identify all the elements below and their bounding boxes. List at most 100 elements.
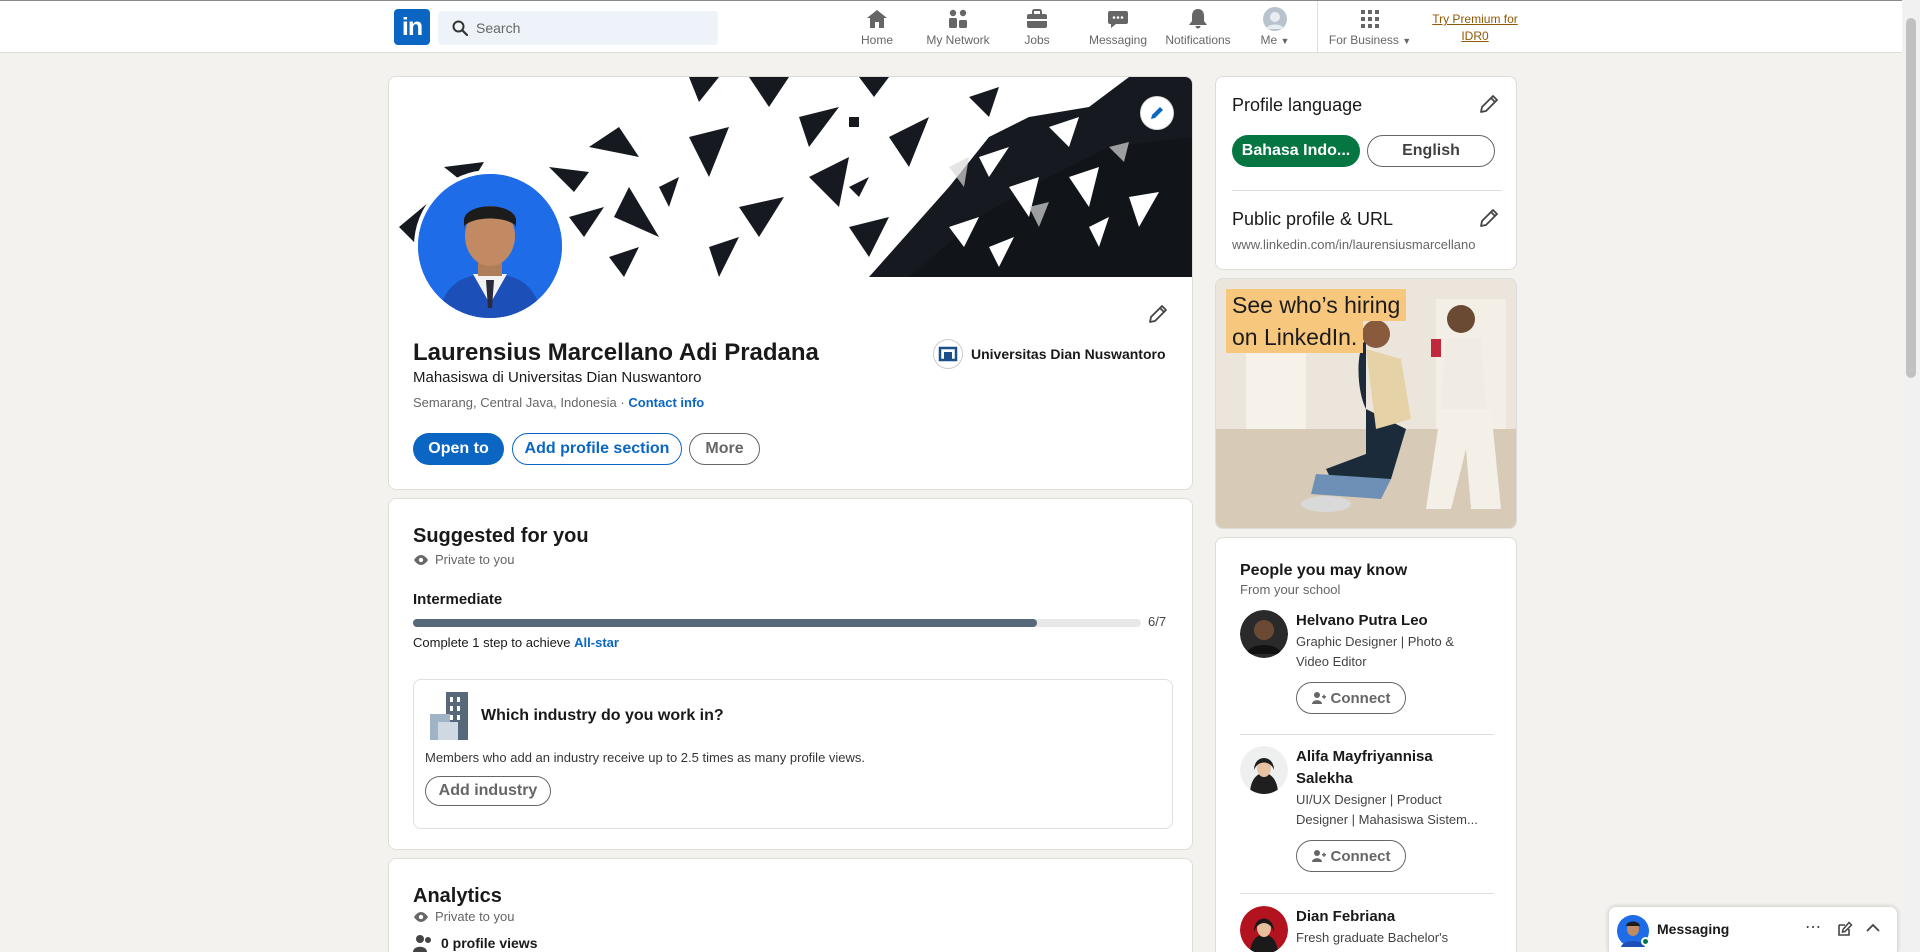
industry-illustration-icon	[430, 692, 468, 740]
try-premium-link[interactable]: Try Premium for IDR0	[1420, 11, 1530, 45]
chevron-up-icon[interactable]	[1865, 923, 1881, 933]
home-icon	[867, 10, 887, 28]
profile-photo[interactable]	[414, 170, 566, 322]
edit-banner-button[interactable]	[1141, 97, 1173, 129]
person-avatar[interactable]	[1240, 610, 1288, 658]
public-profile-title: Public profile & URL	[1232, 209, 1394, 229]
profile-strength-meter	[413, 619, 1141, 627]
pencil-icon	[1480, 209, 1498, 227]
person-headline: UI/UX Designer | Product Designer | Mahas…	[1296, 792, 1478, 827]
pymk-subtitle: From your school	[1240, 582, 1341, 597]
pencil-icon	[1149, 305, 1167, 323]
analytics-card: Analytics Private to you 0 profile views	[388, 858, 1193, 952]
bell-icon	[1189, 9, 1207, 29]
divider	[1240, 734, 1494, 735]
edit-url-button[interactable]	[1478, 207, 1500, 234]
school-name: Universitas Dian Nuswantoro	[971, 346, 1166, 362]
separator-dot: ·	[620, 395, 625, 410]
add-industry-button[interactable]: Add industry	[425, 776, 551, 806]
pymk-item: Helvano Putra Leo Graphic Designer | Pho…	[1240, 610, 1494, 730]
edit-language-button[interactable]	[1478, 93, 1500, 120]
divider	[1240, 893, 1494, 894]
public-profile-url[interactable]: www.linkedin.com/in/laurensiusmarcellano	[1232, 237, 1476, 252]
network-icon	[949, 9, 967, 28]
school-logo	[933, 339, 963, 369]
person-avatar[interactable]	[1240, 906, 1288, 952]
add-person-icon	[1311, 692, 1326, 704]
linkedin-logo[interactable]: in	[394, 9, 430, 45]
online-status-dot	[1641, 937, 1650, 946]
more-button[interactable]: More	[689, 433, 760, 465]
person-name[interactable]: Alifa Mayfriyannisa Salekha	[1296, 746, 1496, 790]
jobs-icon	[1027, 9, 1047, 28]
messaging-overlay[interactable]: Messaging ⋯	[1608, 906, 1898, 952]
person-name[interactable]: Helvano Putra Leo	[1296, 610, 1496, 632]
edit-intro-button[interactable]	[1143, 299, 1173, 329]
search-input[interactable]	[476, 11, 706, 45]
person-name[interactable]: Dian Febriana	[1296, 906, 1496, 928]
eye-icon	[414, 911, 428, 922]
connect-button[interactable]: Connect	[1296, 840, 1406, 872]
industry-description: Members who add an industry receive up t…	[425, 750, 866, 765]
progress-count: 6/7	[1148, 614, 1167, 629]
profile-name: Laurensius Marcellano Adi Pradana	[413, 339, 819, 366]
allstar-hint: Complete 1 step to achieve All-star	[413, 635, 619, 650]
search-icon	[452, 20, 468, 36]
chevron-down-icon: ▼	[1280, 36, 1290, 46]
private-indicator: Private to you	[413, 552, 515, 567]
nav-messaging[interactable]: Messaging	[1089, 7, 1147, 51]
analytics-private: Private to you	[413, 909, 515, 924]
search-bar[interactable]	[438, 11, 718, 45]
chevron-down-icon: ▼	[1402, 36, 1412, 46]
industry-suggestion: Which industry do you work in? Members w…	[413, 679, 1173, 829]
person-avatar[interactable]	[1240, 746, 1288, 794]
strength-level: Intermediate	[413, 591, 503, 608]
grid-icon	[1361, 10, 1379, 28]
compose-icon[interactable]	[1837, 921, 1853, 937]
profile-views-link[interactable]: 0 profile views	[413, 934, 537, 952]
nav-me[interactable]: Me ▼	[1260, 7, 1290, 51]
profile-location: Semarang, Central Java, Indonesia	[413, 395, 617, 410]
contact-info-link[interactable]: Contact info	[628, 395, 704, 410]
suggested-title: Suggested for you	[413, 525, 589, 547]
education-link[interactable]: Universitas Dian Nuswantoro	[933, 339, 1166, 369]
person-headline: Graphic Designer | Photo & Video Editor	[1296, 634, 1455, 669]
profile-headline: Mahasiswa di Universitas Dian Nuswantoro	[413, 369, 702, 386]
allstar-link[interactable]: All-star	[574, 635, 619, 650]
add-profile-section-button[interactable]: Add profile section	[512, 433, 682, 465]
people-icon	[413, 935, 431, 952]
ad-headline-line2: on LinkedIn.	[1226, 321, 1364, 353]
profile-location-row: Semarang, Central Java, Indonesia · Cont…	[413, 395, 704, 410]
hiring-ad[interactable]: See who’s hiring on LinkedIn.	[1215, 278, 1517, 529]
profile-card: Laurensius Marcellano Adi Pradana Mahasi…	[388, 76, 1193, 490]
pymk-title: People you may know	[1240, 562, 1408, 579]
profile-language-title: Profile language	[1232, 95, 1363, 115]
top-nav: in Home My Network Jobs Messaging Notifi…	[0, 0, 1902, 54]
connect-button[interactable]: Connect	[1296, 682, 1406, 714]
profile-photo-image	[418, 174, 562, 318]
nav-divider	[1317, 1, 1318, 54]
pencil-icon	[1151, 107, 1163, 119]
analytics-title: Analytics	[413, 885, 502, 907]
person-headline: Fresh graduate Bachelor's	[1296, 930, 1449, 945]
profile-language-card: Profile language Bahasa Indo... English …	[1215, 76, 1517, 270]
language-option-indonesian[interactable]: Bahasa Indo...	[1232, 135, 1360, 167]
progress-fill	[413, 619, 1037, 627]
pymk-item: Alifa Mayfriyannisa Salekha UI/UX Designe…	[1240, 746, 1494, 876]
add-person-icon	[1311, 850, 1326, 862]
more-options-icon[interactable]: ⋯	[1805, 917, 1821, 937]
suggested-card: Suggested for you Private to you Interme…	[388, 498, 1193, 850]
messaging-icon	[1108, 11, 1128, 28]
page-scrollbar[interactable]	[1902, 0, 1920, 952]
open-to-button[interactable]: Open to	[413, 433, 504, 465]
language-option-english[interactable]: English	[1367, 135, 1495, 167]
nav-home[interactable]: Home	[861, 7, 893, 51]
eye-icon	[414, 554, 428, 565]
nav-my-network[interactable]: My Network	[925, 7, 991, 51]
nav-for-business[interactable]: For Business ▼	[1329, 7, 1412, 51]
scrollbar-thumb[interactable]	[1906, 18, 1916, 378]
people-you-may-know-card: People you may know From your school Hel…	[1215, 537, 1517, 952]
nav-notifications[interactable]: Notifications	[1163, 7, 1233, 51]
nav-jobs[interactable]: Jobs	[1024, 7, 1050, 51]
messaging-label: Messaging	[1657, 921, 1730, 937]
